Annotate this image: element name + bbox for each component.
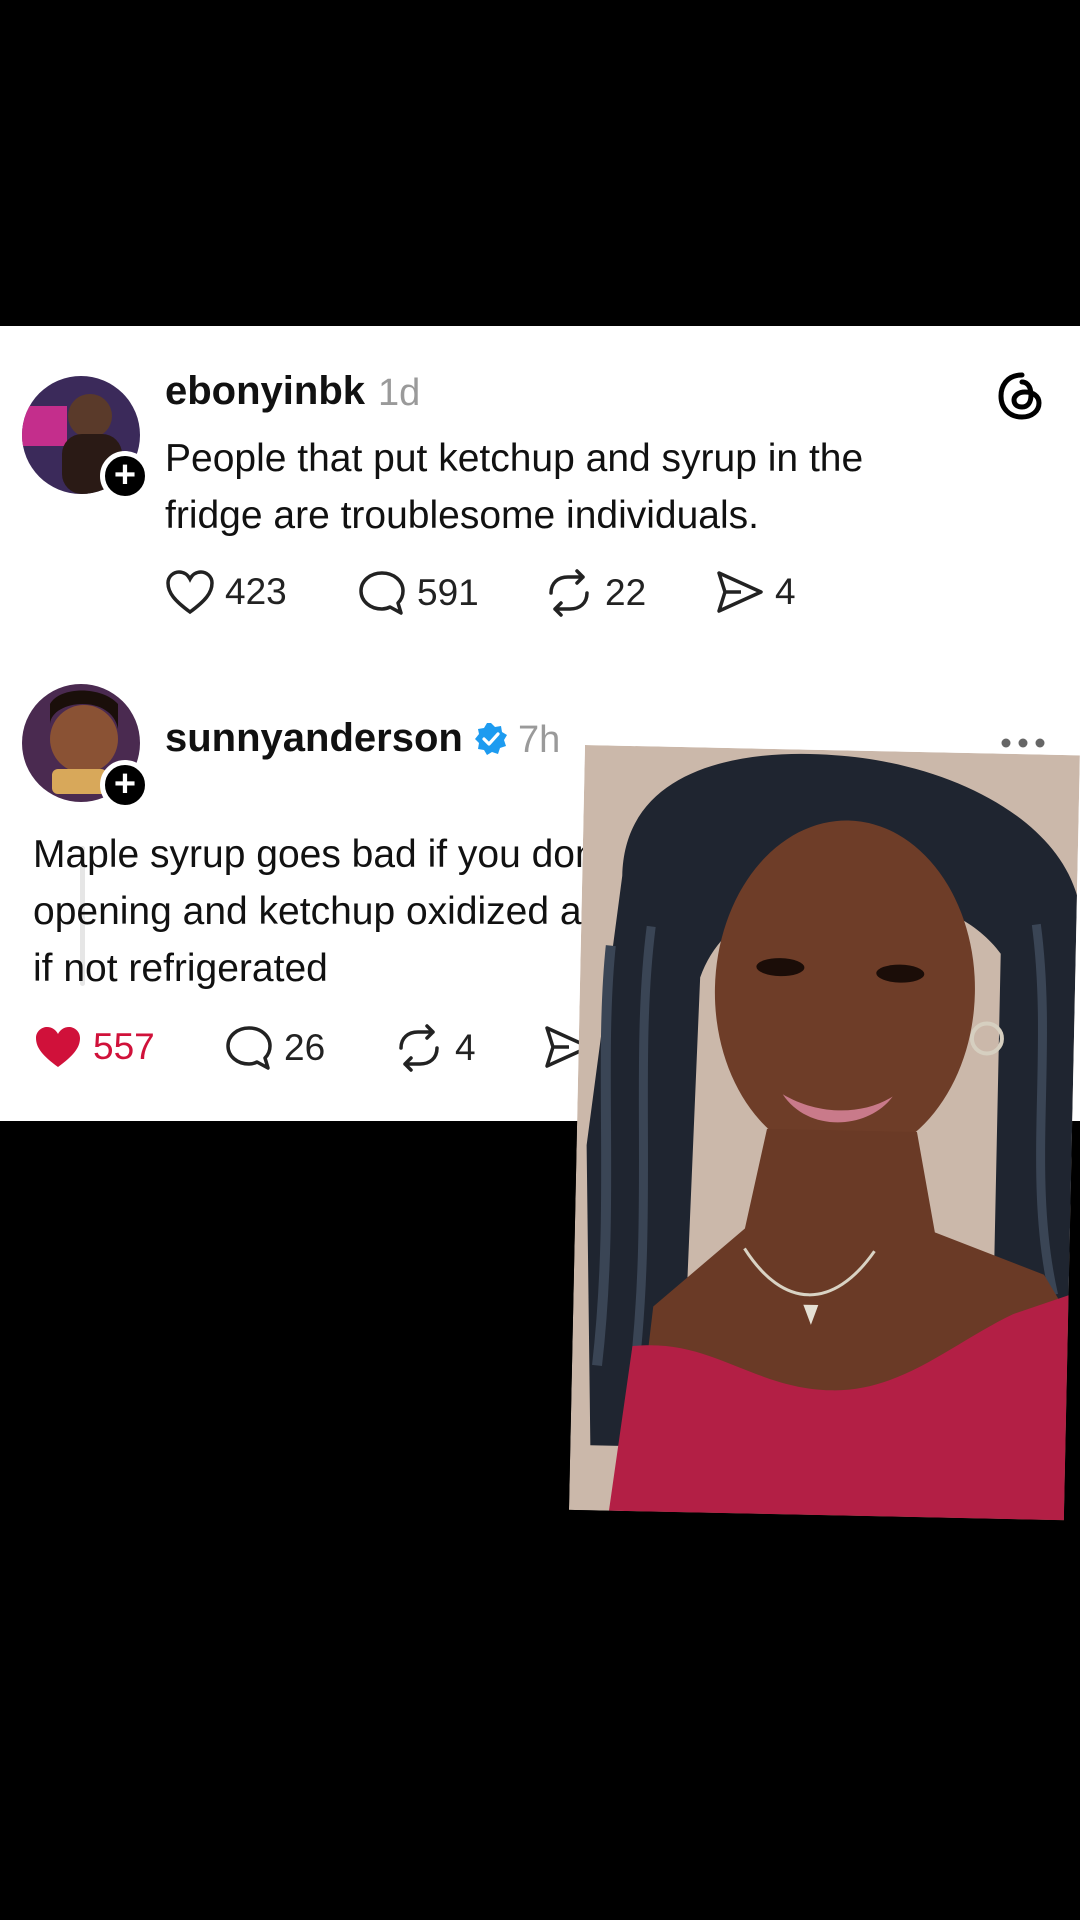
post2-repost-button[interactable]: 4: [393, 1024, 476, 1072]
post2-text-line1: Maple syrup goes bad if you don't re: [33, 833, 661, 876]
post1-repost-count: 22: [605, 572, 647, 613]
repost-icon: [399, 1024, 439, 1072]
verified-badge-icon: [473, 721, 509, 762]
post2-comment-count: 26: [284, 1027, 326, 1068]
post1-like-button[interactable]: 423: [165, 569, 287, 615]
follow-plus-icon[interactable]: +: [100, 760, 150, 810]
post1-time: 1d: [378, 372, 421, 414]
post1-comment-count: 591: [417, 572, 479, 613]
post2-username[interactable]: sunnyanderson: [165, 716, 463, 761]
post2-comment-button[interactable]: 26: [224, 1024, 325, 1072]
comment-icon: [359, 571, 405, 615]
post2-like-count: 557: [93, 1026, 155, 1067]
post1-share-count: 4: [775, 571, 796, 612]
creator-video-overlay: [568, 745, 1080, 1521]
share-icon: [717, 571, 763, 613]
post1-comment-button[interactable]: 591: [357, 569, 479, 617]
threads-logo-icon[interactable]: [995, 369, 1049, 428]
post2-text-line2: opening and ketchup oxidized and: [33, 890, 625, 933]
post2-time: 7h: [518, 719, 561, 761]
post1-username[interactable]: ebonyinbk: [165, 369, 365, 414]
more-options-icon[interactable]: [1000, 736, 1046, 754]
post1-text-line1: People that put ketchup and syrup in the: [165, 437, 864, 480]
follow-plus-icon[interactable]: +: [100, 451, 150, 501]
repost-icon: [549, 569, 589, 617]
post2-text-line3: if not refrigerated: [33, 947, 328, 990]
heart-icon: [166, 570, 214, 615]
post1-share-button[interactable]: 4: [715, 569, 796, 615]
post1-repost-button[interactable]: 22: [543, 569, 646, 617]
post1-text-line2: fridge are troublesome individuals.: [165, 494, 759, 537]
comment-icon: [226, 1026, 272, 1070]
post2-repost-count: 4: [455, 1027, 476, 1068]
post1-like-count: 423: [225, 571, 287, 612]
heart-icon: [36, 1027, 80, 1067]
post2-like-button[interactable]: 557: [33, 1024, 155, 1070]
